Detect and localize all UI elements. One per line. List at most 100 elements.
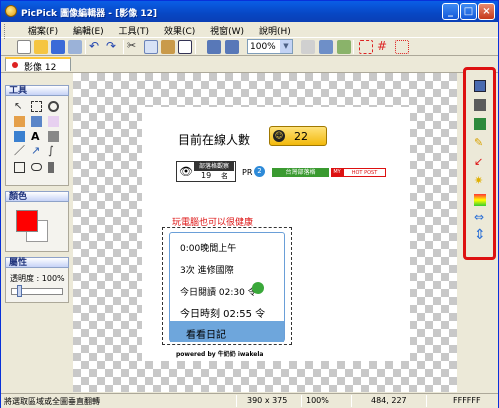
crop-icon[interactable]: [178, 40, 192, 54]
status-coordinates: 484, 227: [371, 396, 407, 405]
brush-icon[interactable]: [31, 116, 42, 127]
undo-icon[interactable]: ↶: [89, 40, 103, 54]
widget-box: 0:00晚間上午 3次 進修國際 今日閱讀 02:30 令 今日時刻 02:55…: [169, 232, 285, 342]
properties-panel: 透明度 : 100%: [5, 268, 69, 303]
line-icon[interactable]: ／: [14, 145, 25, 157]
crosshair-icon[interactable]: [395, 40, 409, 54]
image-canvas[interactable]: 目前在線人數 ☺ 22 👁 部落格觀察 19 名 PR 2 台灣部落格 MY H…: [142, 107, 410, 361]
open-icon[interactable]: [34, 40, 48, 54]
fit-icon[interactable]: [319, 40, 333, 54]
chevron-down-icon[interactable]: ▼: [280, 40, 292, 53]
tab-image[interactable]: 影像 12: [5, 57, 71, 73]
eraser-icon[interactable]: [48, 116, 59, 127]
status-hint: 將選取區域或全圖垂直翻轉: [4, 397, 100, 406]
color-adjust-icon[interactable]: [474, 194, 486, 206]
person-icon: ☺: [273, 130, 285, 142]
list-item: 0:00晚間上午: [180, 244, 237, 254]
vertical-scrollbar[interactable]: [457, 73, 462, 392]
hot-badge-right: HOT POST: [343, 168, 386, 177]
flip-horizontal-icon[interactable]: ⇔: [474, 211, 486, 223]
tools-panel: ↖ A ／ ↗ ∫: [5, 96, 69, 186]
highlighter-icon[interactable]: ✎: [474, 137, 486, 149]
opacity-label: 透明度 : 100%: [10, 274, 65, 283]
menu-help[interactable]: 說明(H): [253, 22, 297, 37]
properties-panel-title[interactable]: 屬性: [5, 257, 69, 268]
new-icon[interactable]: [17, 40, 31, 54]
paste-icon[interactable]: [161, 40, 175, 54]
maximize-button[interactable]: □: [460, 3, 477, 20]
color-panel-title[interactable]: 顏色: [5, 191, 69, 202]
text-icon[interactable]: A: [31, 130, 42, 143]
region-capture-icon[interactable]: [474, 118, 486, 130]
online-badge: ☺ 22: [269, 126, 327, 146]
badge-unit: 名: [221, 172, 228, 180]
list-item: 今日時刻 02:55 令: [180, 309, 266, 320]
status-color: FFFFFF: [453, 396, 481, 405]
actual-size-icon[interactable]: [301, 40, 315, 54]
curve-icon[interactable]: ∫: [48, 145, 59, 157]
online-label: 目前在線人數: [178, 133, 251, 147]
ellipse-icon[interactable]: [31, 163, 42, 171]
workspace: 工具 ↖ A ／ ↗ ∫ 顏色 屬性 透明度: 100% 目前在線人數 ☺ 2…: [1, 67, 498, 392]
slider-thumb[interactable]: [17, 285, 22, 297]
menu-effects[interactable]: 效果(C): [158, 22, 201, 37]
status-zoom: 100%: [306, 396, 329, 405]
credit-text: powered by 牛奶奶 iwakela: [176, 351, 264, 358]
app-window: PicPick 圖像編輯器 - [影像 12] _ □ × 檔案(F) 編輯(E…: [0, 0, 499, 408]
minimize-button[interactable]: _: [442, 3, 459, 20]
pr-value: 2: [254, 166, 265, 177]
badge-label: 部落格觀察: [194, 162, 234, 171]
menu-edit[interactable]: 編輯(E): [67, 22, 110, 37]
tab-bar: 影像 12: [1, 57, 498, 73]
window-capture-icon[interactable]: [474, 99, 486, 111]
close-button[interactable]: ×: [478, 3, 495, 20]
zoom-select[interactable]: 100% ▼: [247, 39, 293, 54]
screen-capture-icon[interactable]: [474, 80, 486, 92]
window-title: PicPick 圖像編輯器 - [影像 12]: [21, 9, 158, 19]
save-icon[interactable]: [51, 40, 65, 54]
arrow-icon[interactable]: ↗: [31, 145, 42, 157]
status-image-size: 390 x 375: [247, 396, 288, 405]
title-bar[interactable]: PicPick 圖像編輯器 - [影像 12] _ □ ×: [1, 1, 498, 22]
dropper-icon[interactable]: [48, 162, 54, 173]
menu-tools[interactable]: 工具(T): [113, 22, 156, 37]
app-icon: [5, 5, 17, 17]
cut-icon[interactable]: ✂: [127, 40, 141, 54]
zoom-in-icon[interactable]: [207, 40, 221, 54]
pencil-icon[interactable]: [14, 116, 25, 127]
zoom-out-icon[interactable]: [225, 40, 239, 54]
full-screen-icon[interactable]: [337, 40, 351, 54]
hot-badge-left: MY: [331, 168, 343, 177]
list-item: 今日閱讀 02:30 令: [180, 288, 257, 298]
copy-icon[interactable]: [144, 40, 158, 54]
badge-rank: 19: [201, 171, 212, 180]
flip-vertical-icon[interactable]: ⇕: [474, 228, 486, 242]
save-as-icon[interactable]: [68, 40, 82, 54]
ruler-icon[interactable]: [359, 40, 373, 54]
pr-label: PR: [242, 168, 253, 177]
select-icon[interactable]: [31, 101, 42, 112]
blog-rank-badge: 👁 部落格觀察 19 名: [176, 161, 236, 182]
online-count: 22: [294, 130, 308, 143]
eye-icon: 👁: [179, 165, 193, 178]
stamp-icon[interactable]: [48, 131, 59, 142]
color-panel: [5, 202, 69, 252]
rectangle-icon[interactable]: [14, 162, 25, 173]
fill-icon[interactable]: [14, 131, 25, 142]
magnifier-icon[interactable]: [48, 101, 59, 112]
arrow-tool-icon[interactable]: ↙: [474, 156, 486, 168]
toolbar: ↶ ↷ ✂ 100% ▼ #: [1, 37, 498, 56]
canvas-area[interactable]: 目前在線人數 ☺ 22 👁 部落格觀察 19 名 PR 2 台灣部落格 MY H…: [73, 73, 457, 392]
tools-panel-title[interactable]: 工具: [5, 85, 69, 96]
redo-icon[interactable]: ↷: [106, 40, 120, 54]
menu-file[interactable]: 檔案(F): [22, 22, 64, 37]
status-bar: 將選取區域或全圖垂直翻轉 390 x 375 100% 484, 227 FFF…: [1, 393, 498, 408]
list-item-selected: 看看日記: [170, 321, 284, 342]
image-icon: [12, 62, 18, 68]
menu-window[interactable]: 視窗(W): [204, 22, 250, 37]
grid-icon[interactable]: #: [377, 40, 391, 54]
pointer-icon[interactable]: ↖: [14, 101, 25, 112]
effect-icon[interactable]: ✷: [474, 175, 486, 187]
right-toolbar: ✎ ↙ ✷ ⇔ ⇕: [463, 67, 496, 260]
foreground-color-swatch[interactable]: [16, 210, 38, 232]
